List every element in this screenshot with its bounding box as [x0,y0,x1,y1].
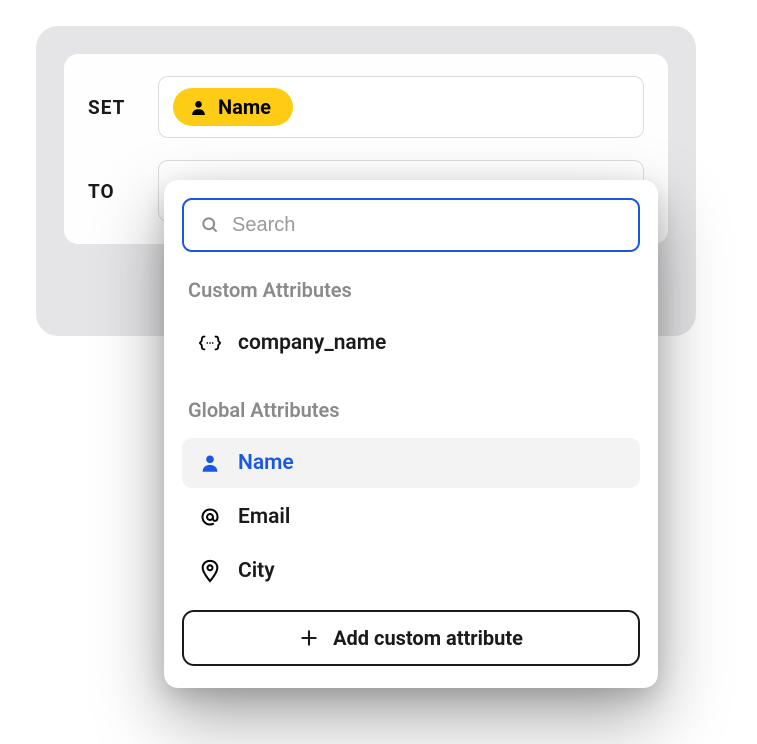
pin-icon [198,559,222,583]
add-custom-attribute-button[interactable]: Add custom attribute [182,610,640,666]
set-row: SET Name [88,76,644,138]
option-label: Email [238,505,290,529]
option-label: City [238,559,275,583]
set-label: SET [88,96,136,119]
option-name[interactable]: Name [182,438,640,488]
attribute-chip[interactable]: Name [173,88,293,126]
option-company-name[interactable]: company_name [182,318,640,368]
chip-label: Name [218,95,271,119]
set-field[interactable]: Name [158,76,644,138]
add-button-label: Add custom attribute [333,626,523,650]
person-icon [189,98,208,117]
custom-attributes-title: Custom Attributes [188,278,634,302]
plus-icon [299,628,319,648]
global-attributes-title: Global Attributes [188,398,634,422]
attribute-dropdown: Custom Attributes company_name Global At… [164,180,658,688]
to-label: TO [88,180,136,203]
option-label: Name [238,451,294,475]
search-input[interactable] [232,214,622,237]
option-city[interactable]: City [182,546,640,596]
braces-icon [198,334,222,352]
search-icon [200,215,220,235]
person-icon [198,452,222,474]
option-label: company_name [238,331,386,355]
at-icon [198,506,222,528]
option-email[interactable]: Email [182,492,640,542]
search-box[interactable] [182,198,640,252]
